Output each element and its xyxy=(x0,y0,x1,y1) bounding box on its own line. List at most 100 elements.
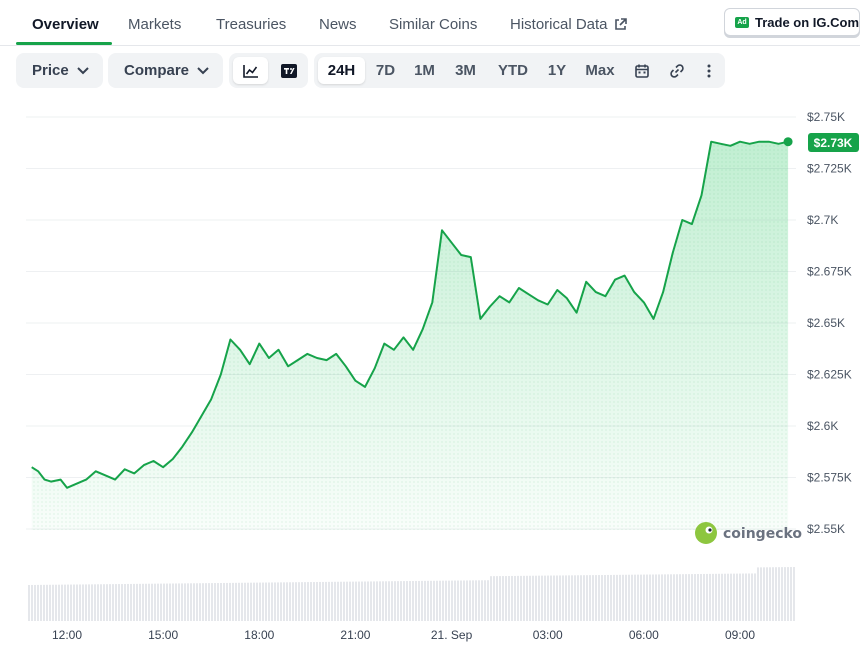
watermark-text: coingecko xyxy=(723,526,802,542)
volume-bar xyxy=(103,584,105,621)
volume-bar xyxy=(349,581,351,621)
volume-bar xyxy=(427,580,429,621)
volume-bar xyxy=(469,580,471,621)
calendar-icon xyxy=(635,64,649,78)
volume-bar xyxy=(553,575,555,621)
volume-bar xyxy=(733,573,735,621)
x-tick-label: 21. Sep xyxy=(431,628,473,642)
coingecko-watermark: coingecko xyxy=(695,522,802,544)
tab-overview[interactable]: Overview xyxy=(32,16,99,33)
volume-bar xyxy=(367,581,369,621)
volume-bar xyxy=(109,584,111,621)
volume-bar xyxy=(250,582,252,621)
range-max-button[interactable]: Max xyxy=(580,57,620,84)
volume-bar xyxy=(283,582,285,621)
volume-bar xyxy=(70,584,72,621)
volume-bar xyxy=(628,574,630,621)
volume-bar xyxy=(205,583,207,621)
y-tick-label: $2.55K xyxy=(807,522,845,536)
tab-news[interactable]: News xyxy=(319,16,357,33)
volume-bar xyxy=(460,580,462,621)
volume-bar xyxy=(484,580,486,621)
volume-bar xyxy=(376,581,378,621)
range-1y-button[interactable]: 1Y xyxy=(543,57,571,84)
volume-bar xyxy=(604,574,606,621)
y-tick-label: $2.6K xyxy=(807,419,838,433)
volume-bar xyxy=(685,574,687,621)
x-tick-label: 09:00 xyxy=(725,628,755,642)
line-chart-button[interactable] xyxy=(233,57,268,84)
volume-bar xyxy=(424,580,426,621)
share-link-button[interactable] xyxy=(665,57,689,84)
range-3m-button[interactable]: 3M xyxy=(449,57,482,84)
volume-bar xyxy=(400,581,402,621)
tab-markets[interactable]: Markets xyxy=(128,16,181,33)
volume-bar xyxy=(415,580,417,621)
volume-bar xyxy=(247,582,249,621)
tab-similar-coins[interactable]: Similar Coins xyxy=(389,16,477,33)
volume-bar xyxy=(67,584,69,621)
compare-dropdown[interactable]: Compare xyxy=(108,53,223,88)
x-tick-label: 06:00 xyxy=(629,628,659,642)
volume-bar xyxy=(643,574,645,621)
volume-bar xyxy=(748,573,750,621)
volume-bar xyxy=(190,583,192,621)
volume-bar xyxy=(541,575,543,621)
tab-historical-data-label: Historical Data xyxy=(510,16,608,33)
volume-bar xyxy=(535,575,537,621)
volume-bar xyxy=(691,574,693,621)
volume-bar xyxy=(34,584,36,621)
volume-bar xyxy=(766,567,768,621)
volume-bar xyxy=(598,575,600,621)
volume-bar xyxy=(58,584,60,621)
tab-historical-data[interactable]: Historical Data xyxy=(510,16,627,33)
volume-bar xyxy=(292,582,294,621)
volume-bar xyxy=(763,567,765,621)
volume-bar xyxy=(571,575,573,621)
current-price-dot xyxy=(783,137,793,147)
volume-bar xyxy=(394,581,396,621)
chart-type-group xyxy=(229,53,308,88)
range-7d-button[interactable]: 7D xyxy=(370,57,401,84)
volume-bar xyxy=(382,581,384,621)
volume-bar xyxy=(775,567,777,621)
range-24h-button[interactable]: 24H xyxy=(318,57,365,84)
tab-treasuries[interactable]: Treasuries xyxy=(216,16,286,33)
volume-bar xyxy=(586,575,588,621)
volume-bar xyxy=(781,567,783,621)
volume-bar xyxy=(352,581,354,621)
volume-bar xyxy=(325,581,327,621)
link-icon xyxy=(670,63,684,78)
volume-bar xyxy=(244,582,246,621)
volume-bar xyxy=(556,575,558,621)
volume-bar xyxy=(640,574,642,621)
range-group: 24H 7D 1M 3M YTD 1Y Max xyxy=(314,53,725,88)
volume-bar xyxy=(76,584,78,621)
range-ytd-button[interactable]: YTD xyxy=(492,57,534,84)
calendar-button[interactable] xyxy=(630,57,654,84)
range-1m-button[interactable]: 1M xyxy=(409,57,440,84)
volume-bar xyxy=(502,576,504,621)
chevron-down-icon xyxy=(76,66,89,74)
volume-bar xyxy=(193,583,195,621)
volume-bar xyxy=(637,574,639,621)
volume-bar xyxy=(574,575,576,621)
active-tab-indicator xyxy=(16,42,112,45)
volume-bar xyxy=(769,567,771,621)
tradingview-button[interactable] xyxy=(273,57,304,84)
volume-bar xyxy=(523,575,525,621)
more-options-button[interactable] xyxy=(699,57,719,84)
price-dropdown[interactable]: Price xyxy=(16,53,103,88)
volume-bar xyxy=(112,584,114,621)
volume-bar xyxy=(529,575,531,621)
volume-bar xyxy=(97,584,99,621)
volume-bar xyxy=(727,573,729,621)
volume-bar xyxy=(511,575,513,621)
volume-bar xyxy=(181,583,183,621)
volume-bar xyxy=(328,581,330,621)
volume-bar xyxy=(298,582,300,621)
trade-on-ig-button[interactable]: Ad Trade on IG.Com xyxy=(724,8,860,36)
price-chart[interactable]: $2.55K $2.575K $2.6K $2.625K $2.65K $2.675K $2… xyxy=(0,100,860,649)
volume-bar xyxy=(607,574,609,621)
volume-bar xyxy=(658,574,660,621)
